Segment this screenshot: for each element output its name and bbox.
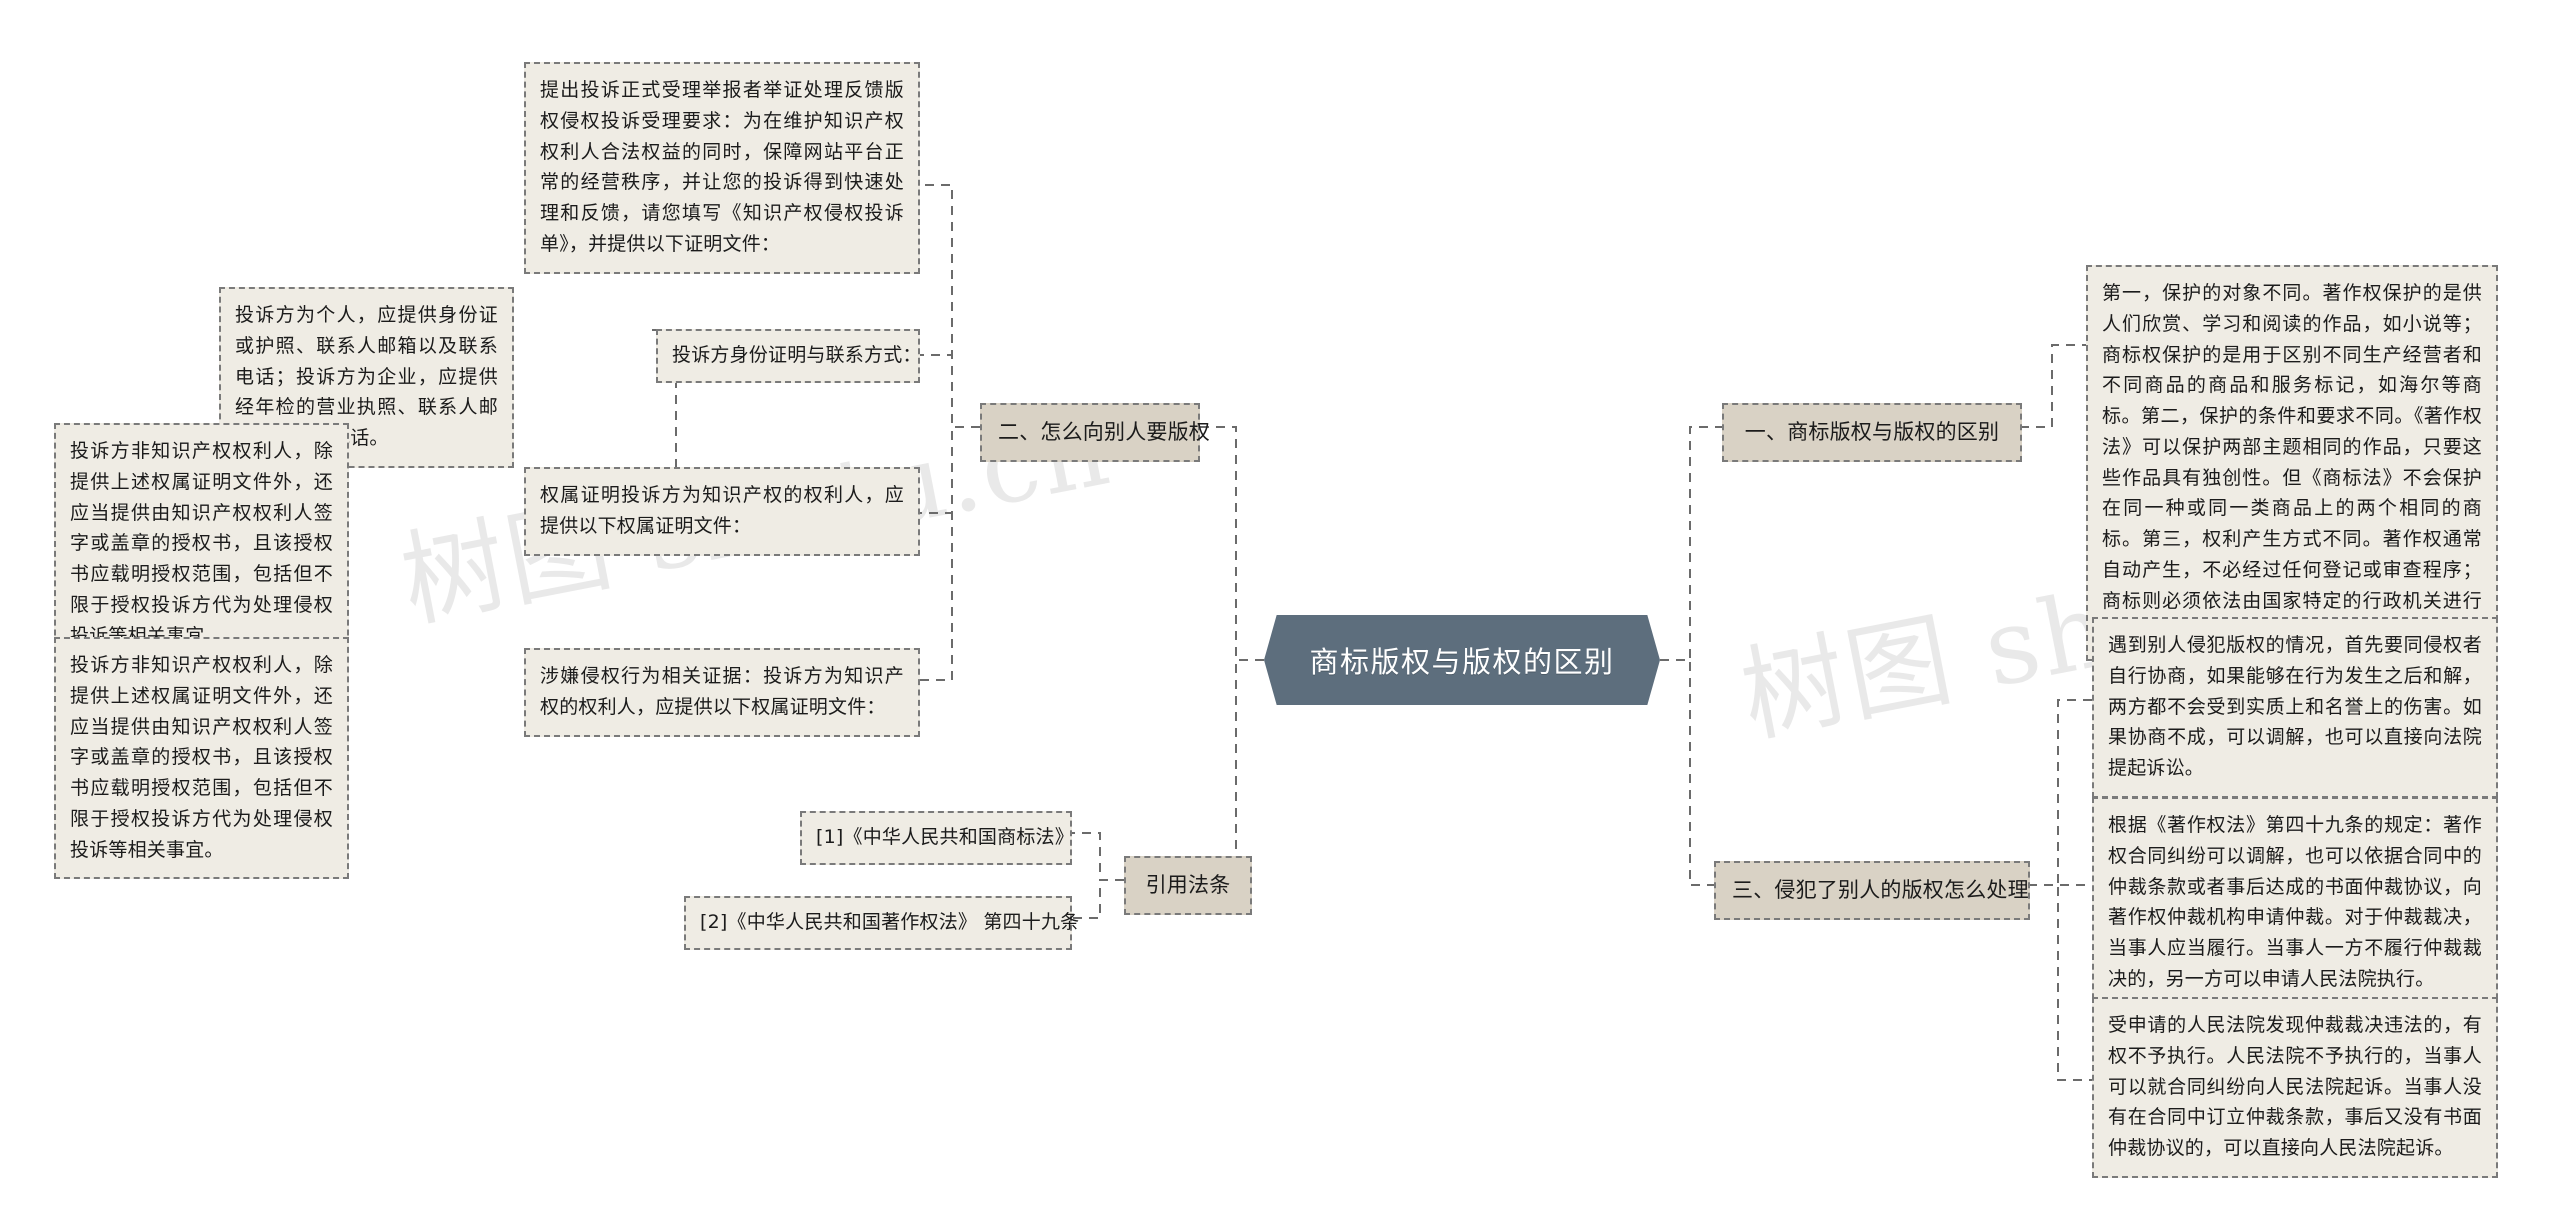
leaf-text: 权属证明投诉方为知识产权的权利人，应提供以下权属证明文件：	[540, 484, 904, 537]
branch-node-one[interactable]: 一、商标版权与版权的区别	[1722, 403, 2022, 463]
leaf-text: [1]《中华人民共和国商标法》	[816, 826, 1074, 848]
leaf-text: 涉嫌侵权行为相关证据：投诉方为知识产权的权利人，应提供以下权属证明文件：	[540, 665, 904, 718]
branch-node-three[interactable]: 三、侵犯了别人的版权怎么处理	[1714, 861, 2030, 921]
leaf-authorization-letter-upper[interactable]: 投诉方非知识产权权利人，除提供上述权属证明文件外，还应当提供由知识产权权利人签字…	[54, 423, 349, 666]
branch-node-two[interactable]: 二、怎么向别人要版权	[980, 403, 1210, 463]
leaf-reference-trademark-law[interactable]: [1]《中华人民共和国商标法》	[800, 811, 1074, 865]
leaf-infringement-negotiation[interactable]: 遇到别人侵犯版权的情况，首先要同侵权者自行协商，如果能够在行为发生之后和解，两方…	[2092, 617, 2498, 798]
leaf-text: 受申请的人民法院发现仲裁裁决违法的，有权不予执行。人民法院不予执行的，当事人可以…	[2108, 1014, 2482, 1160]
leaf-complaint-requirements[interactable]: 提出投诉正式受理举报者举证处理反馈版权侵权投诉受理要求：为在维护知识产权权利人合…	[524, 62, 920, 274]
leaf-text: 投诉方非知识产权权利人，除提供上述权属证明文件外，还应当提供由知识产权权利人签字…	[70, 440, 333, 647]
branch-node-two-label: 二、怎么向别人要版权	[998, 420, 1210, 444]
leaf-text: 投诉方非知识产权权利人，除提供上述权属证明文件外，还应当提供由知识产权权利人签字…	[70, 654, 333, 861]
mindmap-canvas: 树图 shutu.cn 树图 shutu.cn 商标版权与版权的区别	[0, 0, 2560, 1219]
branch-node-references-label: 引用法条	[1145, 873, 1231, 897]
branch-node-three-label: 三、侵犯了别人的版权怎么处理	[1732, 878, 2029, 902]
leaf-identity-proof[interactable]: 投诉方身份证明与联系方式：	[656, 329, 922, 383]
leaf-text: 根据《著作权法》第四十九条的规定：著作权合同纠纷可以调解，也可以依据合同中的仲裁…	[2108, 814, 2482, 990]
leaf-reference-copyright-law[interactable]: [2]《中华人民共和国著作权法》 第四十九条	[684, 896, 1079, 950]
root-node-label: 商标版权与版权的区别	[1309, 645, 1615, 679]
leaf-text: 投诉方身份证明与联系方式：	[672, 344, 922, 366]
branch-node-references[interactable]: 引用法条	[1124, 856, 1252, 916]
leaf-copyright-vs-trademark-differences[interactable]: 第一，保护的对象不同。著作权保护的是供人们欣赏、学习和阅读的作品，如小说等；商标…	[2086, 265, 2498, 662]
leaf-arbitration-clause[interactable]: 根据《著作权法》第四十九条的规定：著作权合同纠纷可以调解，也可以依据合同中的仲裁…	[2092, 797, 2498, 1009]
leaf-text: 提出投诉正式受理举报者举证处理反馈版权侵权投诉受理要求：为在维护知识产权权利人合…	[540, 79, 904, 255]
branch-node-one-label: 一、商标版权与版权的区别	[1744, 420, 2000, 444]
leaf-court-enforcement[interactable]: 受申请的人民法院发现仲裁裁决违法的，有权不予执行。人民法院不予执行的，当事人可以…	[2092, 997, 2498, 1178]
leaf-text: 遇到别人侵犯版权的情况，首先要同侵权者自行协商，如果能够在行为发生之后和解，两方…	[2108, 634, 2482, 780]
leaf-infringement-evidence[interactable]: 涉嫌侵权行为相关证据：投诉方为知识产权的权利人，应提供以下权属证明文件：	[524, 648, 920, 737]
leaf-text: [2]《中华人民共和国著作权法》 第四十九条	[700, 911, 1080, 933]
leaf-text: 第一，保护的对象不同。著作权保护的是供人们欣赏、学习和阅读的作品，如小说等；商标…	[2102, 282, 2482, 642]
leaf-authorization-letter-lower[interactable]: 投诉方非知识产权权利人，除提供上述权属证明文件外，还应当提供由知识产权权利人签字…	[54, 637, 349, 880]
root-node[interactable]: 商标版权与版权的区别	[1264, 615, 1660, 705]
leaf-ownership-proof[interactable]: 权属证明投诉方为知识产权的权利人，应提供以下权属证明文件：	[524, 467, 920, 556]
